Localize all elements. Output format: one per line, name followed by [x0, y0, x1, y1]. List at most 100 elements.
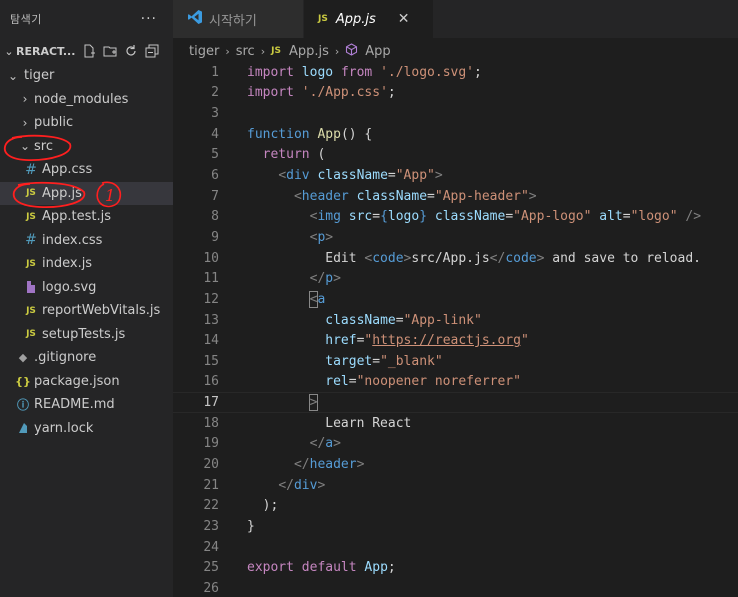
line-number: 7: [211, 188, 219, 204]
line-number: 23: [203, 518, 219, 534]
code-line[interactable]: 21 </div>: [173, 475, 738, 496]
tree-item-readme[interactable]: ⓘ README.md: [0, 393, 173, 417]
tree-item-index-css[interactable]: # index.css: [0, 229, 173, 253]
tree-item-package-json[interactable]: {} package.json: [0, 370, 173, 394]
code-line[interactable]: 24: [173, 537, 738, 558]
code-line[interactable]: 25 export default App;: [173, 557, 738, 578]
chevron-down-icon: ⌄: [7, 68, 19, 83]
code-line[interactable]: 7 <header className="App-header">: [173, 186, 738, 207]
explorer-sidebar: 탐색기 ··· ⌄ RERACT... ⌄ tiger › node_modul…: [0, 0, 173, 597]
css-file-icon: #: [25, 232, 37, 249]
breadcrumb-folder[interactable]: src: [236, 44, 255, 59]
line-number: 2: [211, 85, 219, 101]
code-line[interactable]: 23}: [173, 516, 738, 537]
tree-item-report-web-vitals[interactable]: JS reportWebVitals.js: [0, 299, 173, 323]
tree-item-label: node_modules: [34, 91, 129, 107]
explorer-header: 탐색기 ···: [0, 0, 173, 38]
tree-item-label: public: [34, 115, 74, 131]
git-file-icon: ◆: [18, 351, 28, 365]
workspace-section-header[interactable]: ⌄ RERACT...: [0, 38, 173, 64]
line-number: 13: [203, 312, 219, 328]
line-number: 1: [211, 64, 219, 80]
refresh-icon[interactable]: [123, 43, 139, 59]
close-icon[interactable]: ✕: [398, 11, 410, 27]
js-file-icon: JS: [26, 305, 36, 316]
line-number: 6: [211, 168, 219, 184]
tree-item-setup-tests[interactable]: JS setupTests.js: [0, 323, 173, 347]
chevron-down-icon: ⌄: [4, 44, 14, 58]
breadcrumb-root[interactable]: tiger: [189, 44, 219, 59]
line-number: 26: [203, 580, 219, 596]
tree-item-label: tiger: [24, 68, 55, 84]
code-line[interactable]: 22 );: [173, 495, 738, 516]
tree-item-app-test-js[interactable]: JS App.test.js: [0, 205, 173, 229]
tab-welcome[interactable]: 시작하기: [173, 0, 304, 38]
vscode-icon: [187, 9, 203, 29]
tree-item-index-js[interactable]: JS index.js: [0, 252, 173, 276]
code-line[interactable]: 26: [173, 578, 738, 597]
line-number: 10: [203, 250, 219, 266]
code-line[interactable]: 1 import logo from './logo.svg';: [173, 62, 738, 83]
tree-item-label: App.test.js: [42, 209, 112, 225]
tree-item-gitignore[interactable]: ◆ .gitignore: [0, 346, 173, 370]
code-line[interactable]: 12 <a: [173, 289, 738, 310]
code-line[interactable]: 16 rel="noopener noreferrer": [173, 372, 738, 393]
tree-item-node-modules[interactable]: › node_modules: [0, 88, 173, 112]
line-number: 5: [211, 147, 219, 163]
code-line[interactable]: 10 Edit <code>src/App.js</code> and save…: [173, 248, 738, 269]
collapse-all-icon[interactable]: [144, 43, 160, 59]
code-line[interactable]: 6 <div className="App">: [173, 165, 738, 186]
line-number: 21: [203, 477, 219, 493]
code-line[interactable]: 14 href="https://reactjs.org": [173, 330, 738, 351]
breadcrumb-symbol[interactable]: App: [365, 44, 390, 59]
code-line[interactable]: 3: [173, 103, 738, 124]
breadcrumb: tiger › src › JS App.js › App: [173, 38, 738, 64]
explorer-title: 탐색기: [10, 13, 42, 26]
line-number: 25: [203, 560, 219, 576]
code-line[interactable]: 15 target="_blank": [173, 351, 738, 372]
code-line[interactable]: 9 <p>: [173, 227, 738, 248]
chevron-down-icon: ⌄: [19, 139, 31, 154]
js-file-icon: JS: [26, 211, 36, 222]
tree-root-folder[interactable]: ⌄ tiger: [0, 64, 173, 88]
tab-label: 시작하기: [209, 13, 257, 29]
chevron-right-icon: ›: [22, 92, 28, 107]
more-actions-icon[interactable]: ···: [141, 11, 157, 27]
code-line[interactable]: 11 </p>: [173, 268, 738, 289]
code-line[interactable]: 13 className="App-link": [173, 310, 738, 331]
tree-item-app-js[interactable]: JS App.js: [0, 181, 173, 205]
tree-item-label: index.css: [42, 232, 103, 248]
tab-app-js[interactable]: JS App.js ✕: [304, 0, 434, 38]
code-line[interactable]: 8 <img src={logo} className="App-logo" a…: [173, 206, 738, 227]
line-number: 12: [203, 291, 219, 307]
line-number: 8: [211, 209, 219, 225]
code-line[interactable]: 5 return (: [173, 145, 738, 166]
code-line[interactable]: 19 </a>: [173, 434, 738, 455]
code-editor[interactable]: 1 import logo from './logo.svg'; 2 import …: [173, 62, 738, 597]
tree-item-label: App.css: [42, 162, 93, 178]
code-line[interactable]: 4 function App() {: [173, 124, 738, 145]
editor-area: 시작하기 JS App.js ✕ tiger › src › JS App.js…: [173, 0, 738, 597]
code-line[interactable]: 18 Learn React: [173, 413, 738, 434]
tree-item-src[interactable]: ⌄ src: [0, 135, 173, 159]
tree-item-label: App.js: [42, 185, 82, 201]
line-number: 18: [203, 415, 219, 431]
tree-item-label: yarn.lock: [34, 420, 94, 436]
symbol-function-icon: [345, 42, 358, 60]
js-icon: JS: [318, 14, 328, 24]
line-number: 3: [211, 106, 219, 122]
new-folder-icon[interactable]: [102, 43, 118, 59]
tree-item-app-css[interactable]: # App.css: [0, 158, 173, 182]
code-line-current[interactable]: 17 >: [173, 392, 738, 413]
code-line[interactable]: 20 </header>: [173, 454, 738, 475]
line-number: 19: [203, 436, 219, 452]
code-line[interactable]: 2 import './App.css';: [173, 83, 738, 104]
json-file-icon: {}: [15, 374, 31, 388]
breadcrumb-file[interactable]: App.js: [289, 44, 329, 59]
tree-item-public[interactable]: › public: [0, 111, 173, 135]
new-file-icon[interactable]: [81, 43, 97, 59]
js-file-icon: JS: [26, 329, 36, 340]
tree-item-logo-svg[interactable]: logo.svg: [0, 276, 173, 300]
info-file-icon: ⓘ: [16, 398, 29, 413]
tree-item-yarn-lock[interactable]: yarn.lock: [0, 417, 173, 441]
